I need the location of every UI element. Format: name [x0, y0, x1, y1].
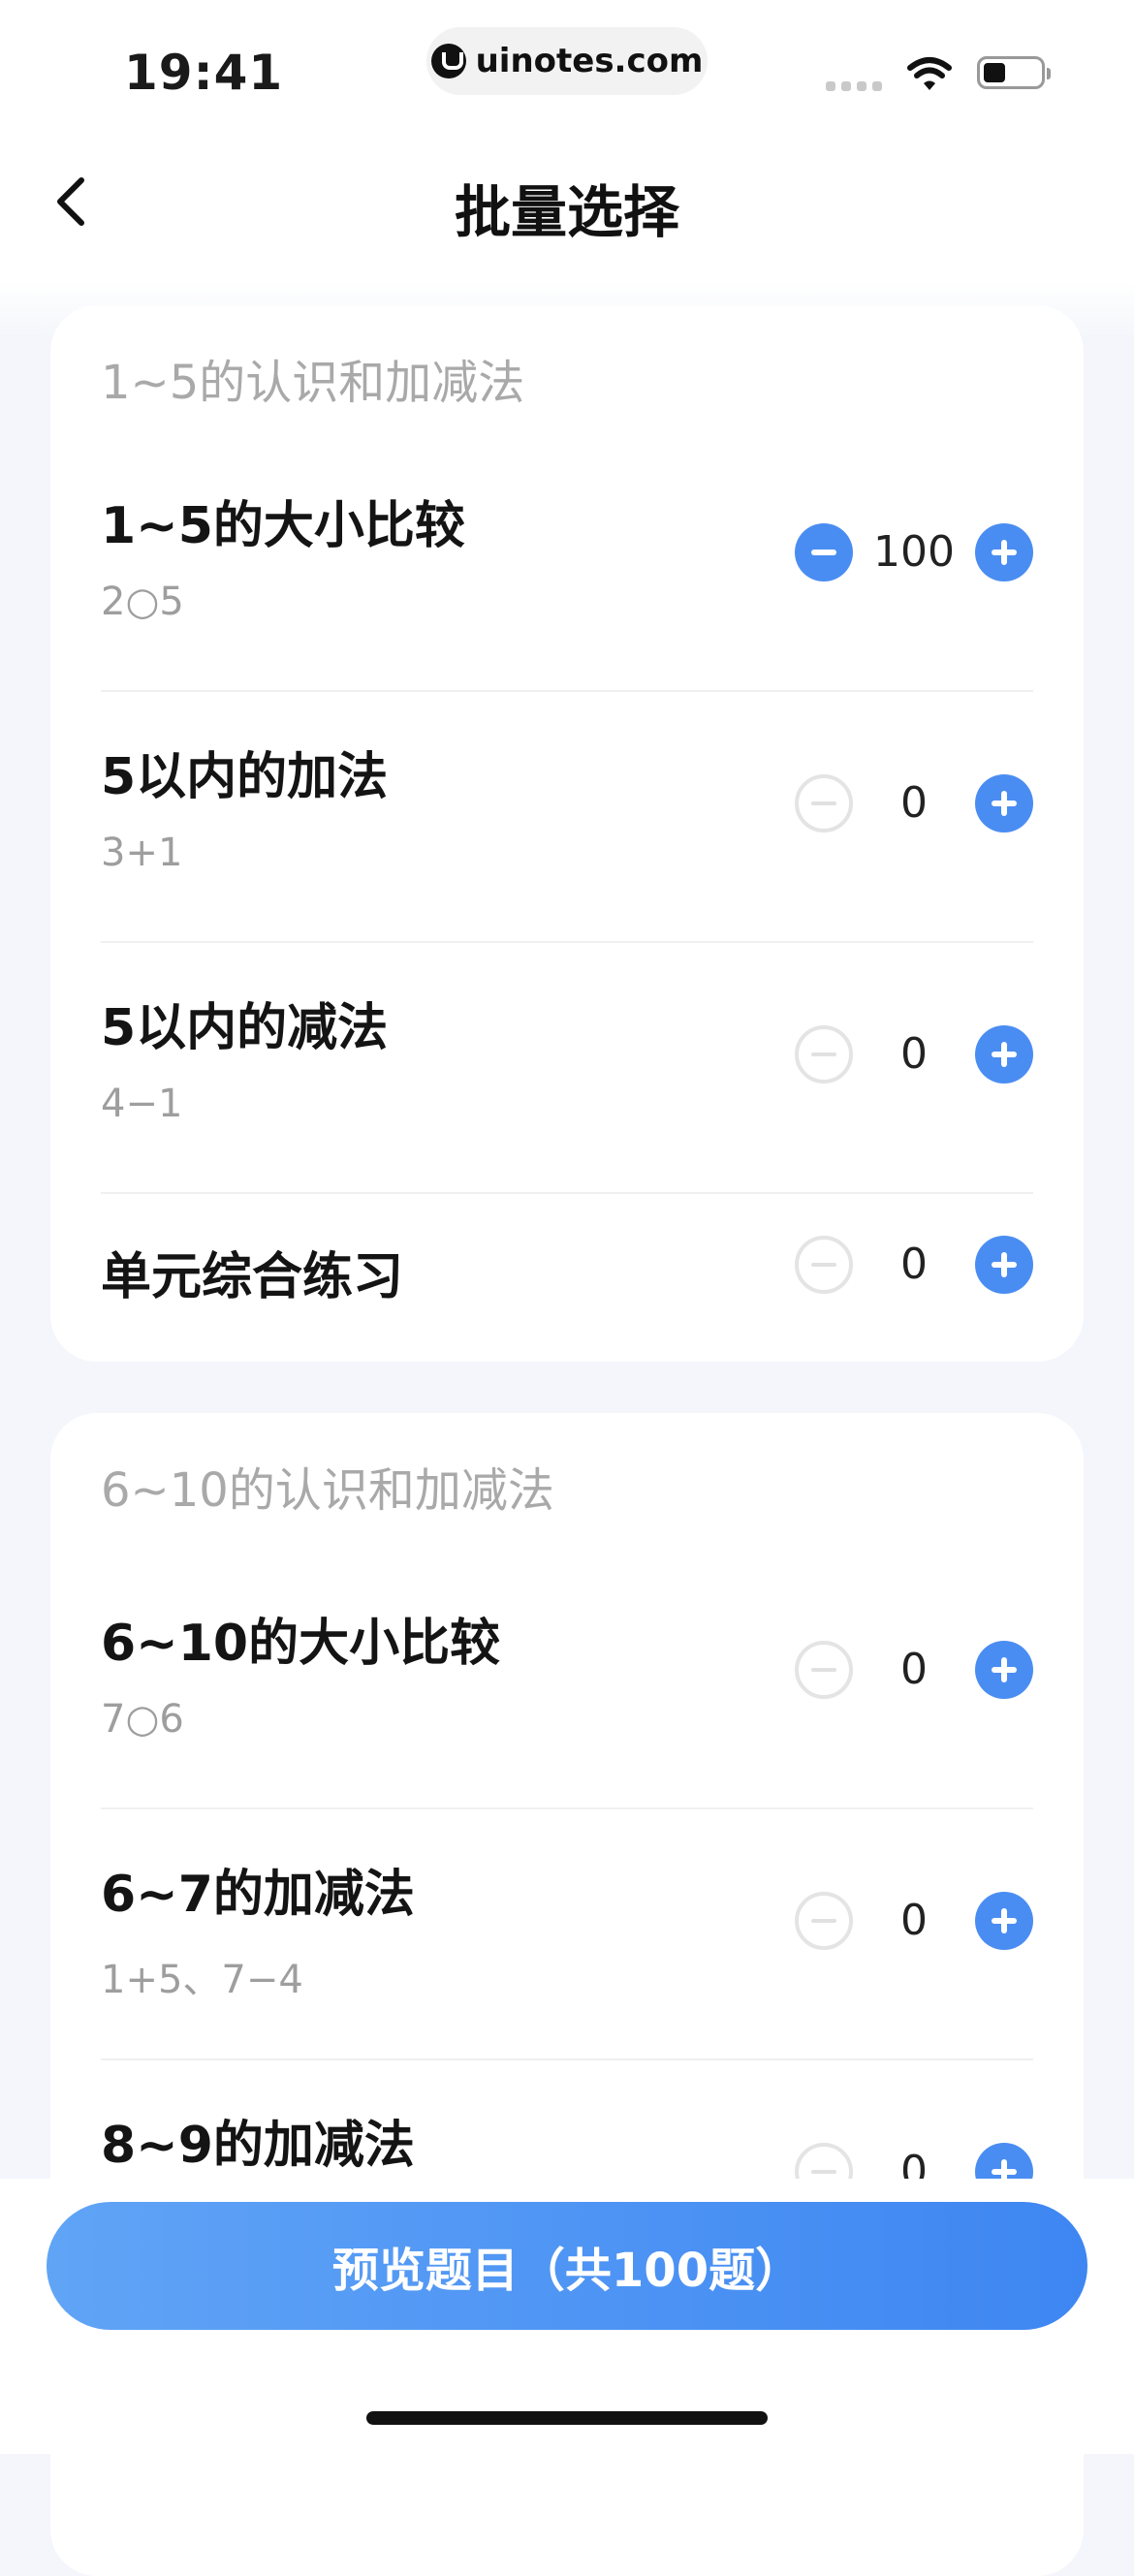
minus-icon: [811, 1668, 836, 1672]
item-count: 0: [900, 1240, 928, 1289]
list-item: 6~7的加减法 1+5、7−4 0: [101, 1853, 1033, 2060]
increment-button[interactable]: [975, 1025, 1033, 1084]
decrement-button[interactable]: [795, 1025, 853, 1084]
item-example: 2○5: [101, 580, 184, 624]
preview-button-label: 预览题目（共100题）: [331, 2244, 803, 2298]
item-example: 7○6: [101, 1697, 184, 1742]
url-text: uinotes.com: [475, 42, 704, 80]
site-logo-icon: [430, 44, 466, 79]
quantity-stepper: 0: [795, 1641, 1033, 1699]
divider: [101, 1192, 1033, 1194]
quantity-stepper: 0: [795, 774, 1033, 832]
quantity-stepper: 100: [795, 523, 1033, 581]
minus-icon: [811, 1263, 836, 1267]
page-title: 批量选择: [454, 179, 679, 245]
decrement-button[interactable]: [795, 774, 853, 832]
battery-icon: [977, 56, 1051, 89]
item-count: 0: [900, 1029, 928, 1079]
status-bar: 19:41 uinotes.com: [0, 0, 1134, 126]
quantity-stepper: 0: [795, 1025, 1033, 1084]
list-item: 单元综合练习 0: [101, 1236, 1033, 1333]
preview-questions-button[interactable]: 预览题目（共100题）: [47, 2202, 1087, 2330]
decrement-button[interactable]: [795, 523, 853, 581]
increment-button[interactable]: [975, 523, 1033, 581]
decrement-button[interactable]: [795, 1641, 853, 1699]
divider: [101, 2058, 1033, 2060]
minus-icon: [811, 1052, 836, 1056]
list-item: 6~10的大小比较 7○6 0: [101, 1602, 1033, 1809]
decrement-button[interactable]: [795, 1892, 853, 1950]
item-label: 5以内的加法: [101, 748, 389, 806]
divider: [101, 941, 1033, 943]
url-pill[interactable]: uinotes.com: [426, 27, 708, 95]
divider: [101, 1807, 1033, 1809]
quantity-stepper: 0: [795, 1236, 1033, 1294]
item-example: 1+5、7−4: [101, 1958, 303, 2002]
item-count: 0: [900, 1645, 928, 1694]
nav-bar: 批量选择: [0, 126, 1134, 281]
quantity-stepper: 0: [795, 1892, 1033, 1950]
item-count: 100: [873, 527, 955, 577]
list-item: 5以内的加法 3+1 0: [101, 736, 1033, 943]
home-indicator: [366, 2411, 768, 2425]
list-item: 1~5的大小比较 2○5 100: [101, 485, 1033, 692]
item-example: 4−1: [101, 1082, 183, 1126]
minus-icon: [811, 2170, 836, 2174]
bottom-action-bar: 预览题目（共100题）: [0, 2179, 1134, 2454]
item-label: 8~9的加减法: [101, 2117, 415, 2175]
section-title: 6~10的认识和加减法: [101, 1463, 554, 1518]
increment-button[interactable]: [975, 1641, 1033, 1699]
cellular-signal-icon: [826, 81, 882, 91]
item-count: 0: [900, 778, 928, 828]
section-title: 1~5的认识和加减法: [101, 356, 525, 410]
section-card: 1~5的认识和加减法 1~5的大小比较 2○5 100 5以内的加法 3+1 0…: [50, 305, 1084, 1362]
minus-icon: [811, 801, 836, 805]
status-time: 19:41: [124, 45, 284, 101]
minus-icon: [811, 1919, 836, 1923]
divider: [101, 690, 1033, 692]
item-label: 6~10的大小比较: [101, 1615, 501, 1673]
decrement-button[interactable]: [795, 1236, 853, 1294]
item-label: 单元综合练习: [101, 1248, 404, 1306]
item-label: 5以内的减法: [101, 999, 389, 1057]
item-label: 1~5的大小比较: [101, 497, 465, 555]
increment-button[interactable]: [975, 774, 1033, 832]
increment-button[interactable]: [975, 1892, 1033, 1950]
item-example: 3+1: [101, 831, 183, 875]
minus-icon: [811, 550, 836, 555]
increment-button[interactable]: [975, 1236, 1033, 1294]
item-label: 6~7的加减法: [101, 1866, 415, 1924]
list-item: 5以内的减法 4−1 0: [101, 987, 1033, 1194]
wifi-icon: [907, 57, 952, 90]
item-count: 0: [900, 1896, 928, 1945]
